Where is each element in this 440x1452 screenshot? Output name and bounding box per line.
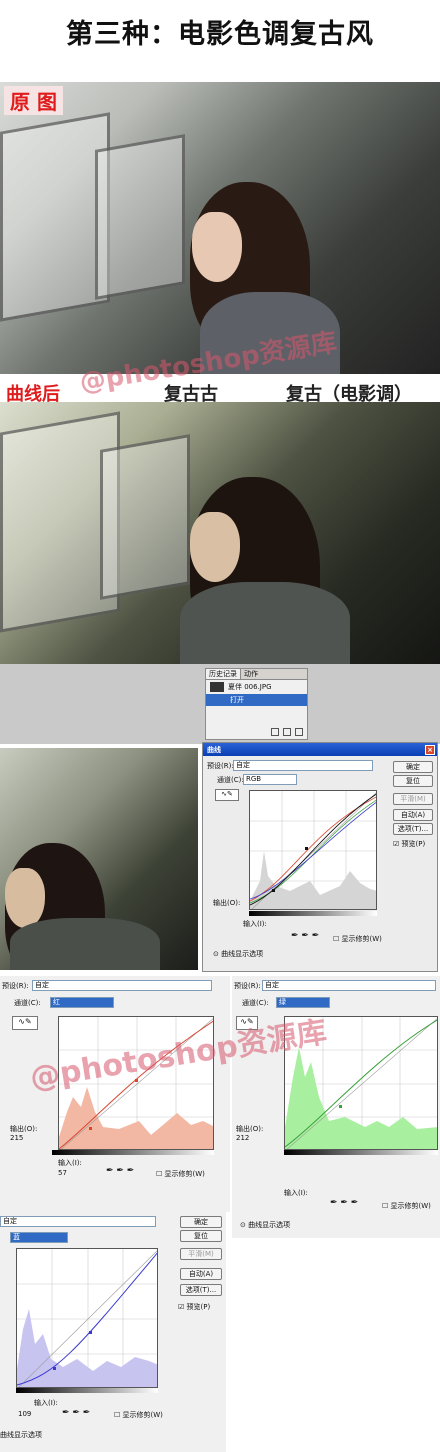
face (192, 212, 242, 282)
output-value[interactable]: 212 (236, 1134, 249, 1142)
curve-options-label: 曲线显示选项 (221, 950, 264, 958)
ok-button[interactable]: 确定 (393, 761, 433, 773)
output-label: 输出(O): (236, 1125, 264, 1133)
input-gradient (16, 1388, 158, 1393)
channel-select[interactable]: RGB (243, 774, 297, 785)
output-value[interactable]: 215 (10, 1134, 23, 1142)
face (5, 868, 45, 928)
curve-options-toggle[interactable]: 曲线显示选项 (0, 1430, 42, 1440)
preview-checkbox[interactable]: ☑ 预览(P) (393, 839, 425, 849)
tab-history[interactable]: 历史记录 (206, 669, 241, 679)
thumbnail-icon (210, 682, 224, 692)
smooth-button[interactable]: 平滑(M) (393, 793, 433, 805)
after-photo (0, 402, 440, 664)
preset-select[interactable]: 自定 (0, 1216, 156, 1227)
curve-options-label: 曲线显示选项 (248, 1221, 291, 1229)
clip-checkbox[interactable]: ☐ 显示修剪(W) (382, 1201, 431, 1211)
clip-label: 显示修剪(W) (122, 1411, 163, 1419)
output-label: 输出(O): (10, 1125, 38, 1133)
preview-checkbox[interactable]: ☑ 预览(P) (178, 1302, 210, 1312)
input-value[interactable]: 109 (18, 1410, 31, 1418)
original-photo: 原 图 (0, 82, 440, 374)
original-label: 原 图 (4, 86, 63, 115)
tab-actions[interactable]: 动作 (241, 669, 261, 679)
close-icon[interactable]: × (425, 744, 435, 755)
ok-button[interactable]: 确定 (180, 1216, 222, 1228)
dialog-titlebar: 曲线 × (203, 743, 437, 756)
clip-checkbox[interactable]: ☐ 显示修剪(W) (156, 1169, 205, 1179)
smooth-button[interactable]: 平滑(M) (180, 1248, 222, 1260)
rgb-curve-graph[interactable] (249, 790, 377, 910)
input-gradient (284, 1150, 438, 1155)
coat (180, 582, 350, 664)
window-pane (95, 134, 185, 300)
input-label: 输入(I): (34, 1399, 58, 1407)
preset-select[interactable]: 自定 (262, 980, 436, 991)
clip-checkbox[interactable]: ☐ 显示修剪(W) (114, 1410, 163, 1420)
dialog-title: 曲线 (207, 745, 221, 754)
auto-button[interactable]: 自动(A) (180, 1268, 222, 1280)
history-step[interactable]: 打开 (206, 694, 307, 706)
preset-label: 预设(R): (234, 982, 261, 990)
new-doc-icon[interactable] (271, 728, 279, 736)
channel-select[interactable]: 蓝 (10, 1232, 68, 1243)
face (190, 512, 240, 582)
page-title: 第三种：电影色调复古风 (66, 18, 374, 50)
window-pane (100, 434, 190, 600)
channel-label: 通道(C): (217, 776, 244, 784)
preview-label: 预览(P) (401, 840, 426, 848)
curve-options-label: 曲线显示选项 (0, 1431, 42, 1439)
eyedropper-icons[interactable]: ✒ ✒ ✒ (106, 1166, 134, 1176)
options-button[interactable]: 选项(T)... (180, 1284, 222, 1296)
clip-label: 显示修剪(W) (390, 1202, 431, 1210)
eyedropper-icons[interactable]: ✒ ✒ ✒ (291, 931, 319, 941)
auto-button[interactable]: 自动(A) (393, 809, 433, 821)
eyedropper-icons[interactable]: ✒ ✒ ✒ (62, 1408, 90, 1418)
reset-button[interactable]: 复位 (180, 1230, 222, 1242)
input-label: 输入(I): (58, 1159, 82, 1167)
input-label: 输入(I): (243, 920, 267, 928)
curve-tool-icon[interactable]: ∿✎ (215, 789, 239, 801)
clip-label: 显示修剪(W) (164, 1170, 205, 1178)
input-gradient (52, 1150, 214, 1155)
preset-select[interactable]: 自定 (233, 760, 373, 771)
preset-label: 预设(R): (2, 982, 29, 990)
output-label: 输出(O): (213, 899, 241, 907)
reset-button[interactable]: 复位 (393, 775, 433, 787)
trash-icon[interactable] (295, 728, 303, 736)
curve-tool-icon[interactable]: ∿✎ (12, 1016, 38, 1030)
input-gradient (249, 911, 377, 916)
film-photo (0, 748, 198, 970)
window-pane (0, 112, 110, 322)
preview-label: 预览(P) (186, 1303, 211, 1311)
eyedropper-icons[interactable]: ✒ ✒ ✒ (330, 1198, 358, 1208)
input-value[interactable]: 57 (58, 1169, 67, 1177)
channel-label: 通道(C): (242, 999, 269, 1007)
input-label: 输入(I): (284, 1189, 308, 1197)
curve-options-toggle[interactable]: ⊙ 曲线显示选项 (240, 1220, 290, 1230)
clip-label: 显示修剪(W) (341, 935, 382, 943)
history-panel: 历史记录 动作 夏伴 006.JPG 打开 (205, 668, 308, 740)
preset-select[interactable]: 自定 (32, 980, 212, 991)
channel-label: 通道(C): (14, 999, 41, 1007)
history-file: 夏伴 006.JPG (228, 683, 272, 691)
snapshot-icon[interactable] (283, 728, 291, 736)
preset-label: 预设(R): (207, 762, 234, 770)
clip-checkbox[interactable]: ☐ 显示修剪(W) (333, 934, 382, 944)
curve-options-toggle[interactable]: ⊙ 曲线显示选项 (213, 949, 263, 959)
blue-curves-panel: 自定 蓝 输入(I): 109 ✒ ✒ ✒ ☐ 显示修剪(W) 曲线显示选项 确… (0, 1212, 226, 1452)
blue-curve-graph[interactable] (16, 1248, 158, 1388)
channel-select[interactable]: 红 (50, 997, 114, 1008)
options-button[interactable]: 选项(T)... (393, 823, 433, 835)
curves-dialog: 曲线 × 预设(R): 自定 通道(C): RGB ∿✎ 输出(O): 输入(I… (202, 742, 438, 972)
coat (10, 918, 160, 970)
history-snapshot[interactable]: 夏伴 006.JPG (206, 680, 307, 694)
